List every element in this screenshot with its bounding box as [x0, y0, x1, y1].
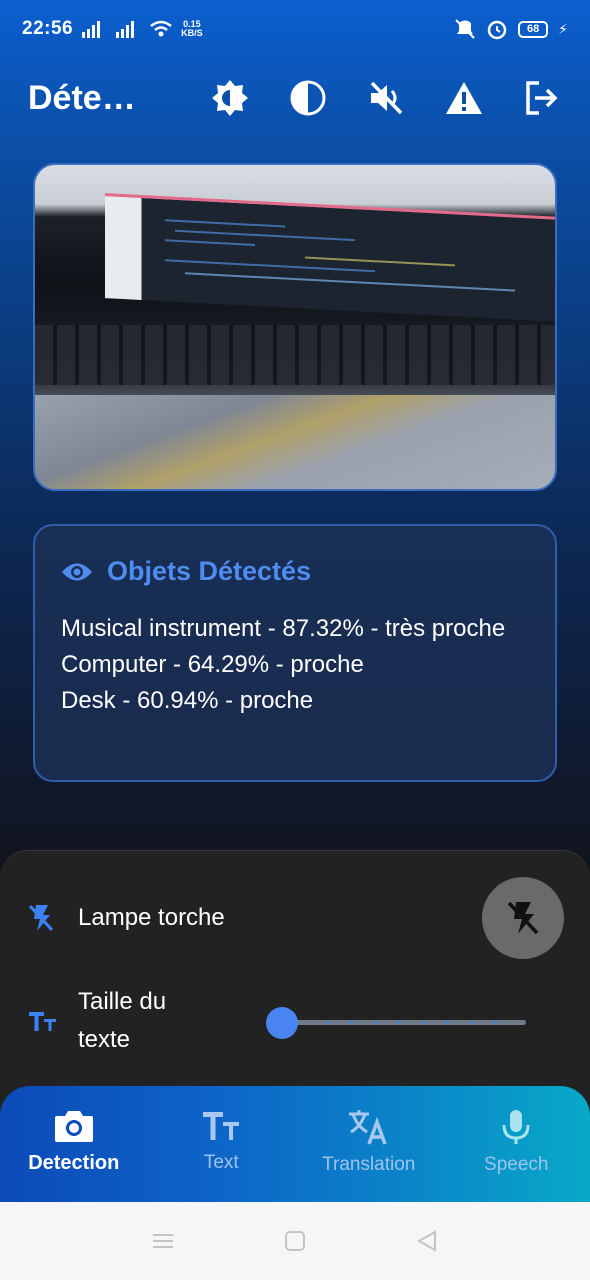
camera-frame-laptop — [105, 193, 555, 322]
status-time: 22:56 — [22, 18, 74, 39]
slider-track — [282, 1020, 526, 1025]
logout-button[interactable] — [522, 78, 562, 118]
text-size-slider[interactable] — [266, 1007, 526, 1039]
detections-card: Objets Détectés Musical instrument - 87.… — [33, 524, 557, 782]
menu-icon[interactable] — [152, 1231, 174, 1251]
back-icon[interactable] — [416, 1230, 438, 1252]
net-speed-unit: KB/S — [181, 28, 203, 38]
signal-icon — [82, 21, 101, 38]
nav-label: Translation — [322, 1154, 416, 1175]
nav-label: Speech — [484, 1154, 549, 1175]
nav-item-speech[interactable]: Speech — [443, 1086, 590, 1202]
mute-button[interactable] — [366, 78, 406, 118]
flash-off-icon — [507, 901, 539, 935]
home-icon[interactable] — [284, 1230, 306, 1252]
text-size-label: Taille du texte — [78, 988, 167, 1053]
signal-icon-2 — [116, 21, 135, 38]
bottom-nav: Detection Text Translation Speech — [0, 1086, 590, 1202]
system-nav-bar — [0, 1202, 590, 1280]
battery-level: 68 — [527, 23, 540, 35]
status-bar: 22:56 0.15 KB/S 68 ⚡ — [0, 0, 590, 58]
torch-row: Lampe torche — [28, 899, 225, 937]
text-size-row: Taille du texte — [28, 983, 218, 1059]
page-title: Déte… — [28, 78, 136, 117]
brightness-button[interactable] — [210, 78, 250, 118]
nav-item-detection[interactable]: Detection — [0, 1086, 148, 1202]
app-bar: Déte… — [0, 58, 590, 138]
translate-icon — [348, 1110, 387, 1145]
mic-icon — [502, 1110, 530, 1144]
camera-frame-desk — [35, 395, 555, 489]
detections-title: Objets Détectés — [107, 556, 312, 586]
text-size-icon — [203, 1112, 240, 1140]
battery-indicator: 68 — [518, 20, 549, 38]
logout-icon — [526, 81, 558, 115]
brightness-icon — [212, 80, 248, 116]
detection-item: Computer - 64.29% - proche — [61, 651, 364, 678]
nav-item-text[interactable]: Text — [148, 1086, 296, 1202]
vibrate-off-icon — [455, 19, 475, 39]
nav-label: Detection — [28, 1152, 120, 1174]
detection-item: Desk - 60.94% - proche — [61, 687, 314, 714]
eye-icon — [62, 563, 92, 580]
warning-button[interactable] — [444, 78, 484, 118]
volume-off-icon — [370, 81, 403, 115]
contrast-button[interactable] — [288, 78, 328, 118]
wifi-icon — [150, 20, 172, 37]
net-speed: 0.15 KB/S — [181, 20, 203, 38]
camera-frame-keyboard — [35, 325, 555, 385]
text-size-icon — [29, 1012, 56, 1031]
slider-thumb[interactable] — [266, 1007, 298, 1039]
camera-icon — [54, 1111, 93, 1142]
camera-preview[interactable] — [33, 163, 557, 491]
charging-icon: ⚡ — [558, 20, 568, 37]
nav-label: Text — [203, 1152, 239, 1173]
torch-label: Lampe torche — [78, 904, 225, 931]
contrast-icon — [290, 80, 326, 116]
detections-list: Musical instrument - 87.32% - très proch… — [61, 611, 529, 719]
warning-icon — [446, 82, 482, 114]
alarm-icon — [487, 20, 507, 40]
flash-off-icon — [28, 904, 54, 932]
detection-item: Musical instrument - 87.32% - très proch… — [61, 615, 506, 642]
nav-item-translation[interactable]: Translation — [295, 1086, 443, 1202]
torch-toggle-button[interactable] — [482, 877, 564, 959]
